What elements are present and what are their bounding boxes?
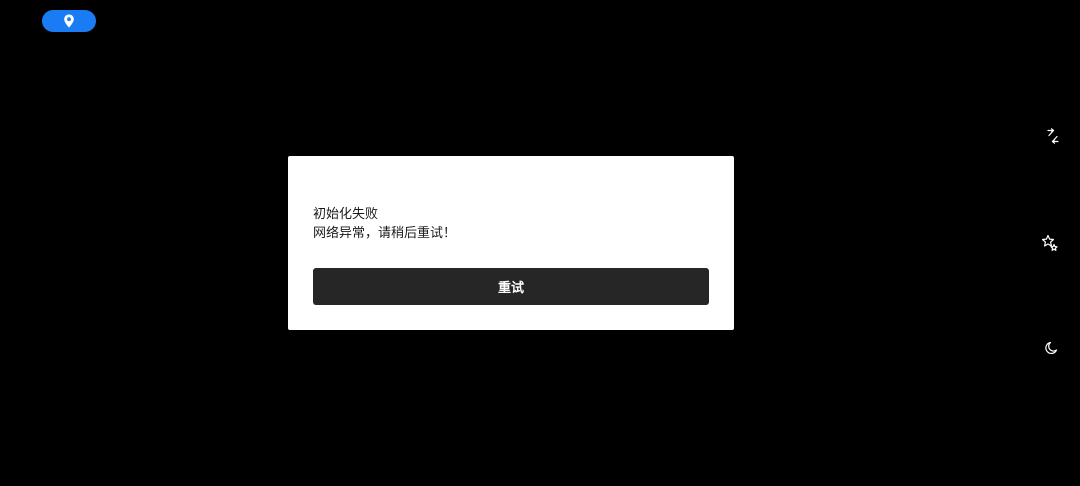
rotate-icon [1045,128,1061,144]
dialog-title: 初始化失败 [313,207,379,222]
night-mode-button[interactable] [1041,338,1061,358]
app-screen: 初始化失败 网络异常，请稍后重试！ 重试 [0,0,1080,486]
location-pin-icon [63,14,75,28]
effects-button[interactable] [1040,233,1060,253]
night-mode-moon-icon [1043,340,1059,356]
dialog-message: 网络异常，请稍后重试！ [313,226,457,241]
retry-button[interactable]: 重试 [313,268,709,305]
rotate-button[interactable] [1043,126,1063,146]
error-dialog: 初始化失败 网络异常，请稍后重试！ 重试 [288,156,734,330]
effects-sparkle-icon [1041,234,1059,252]
location-button[interactable] [42,10,96,32]
